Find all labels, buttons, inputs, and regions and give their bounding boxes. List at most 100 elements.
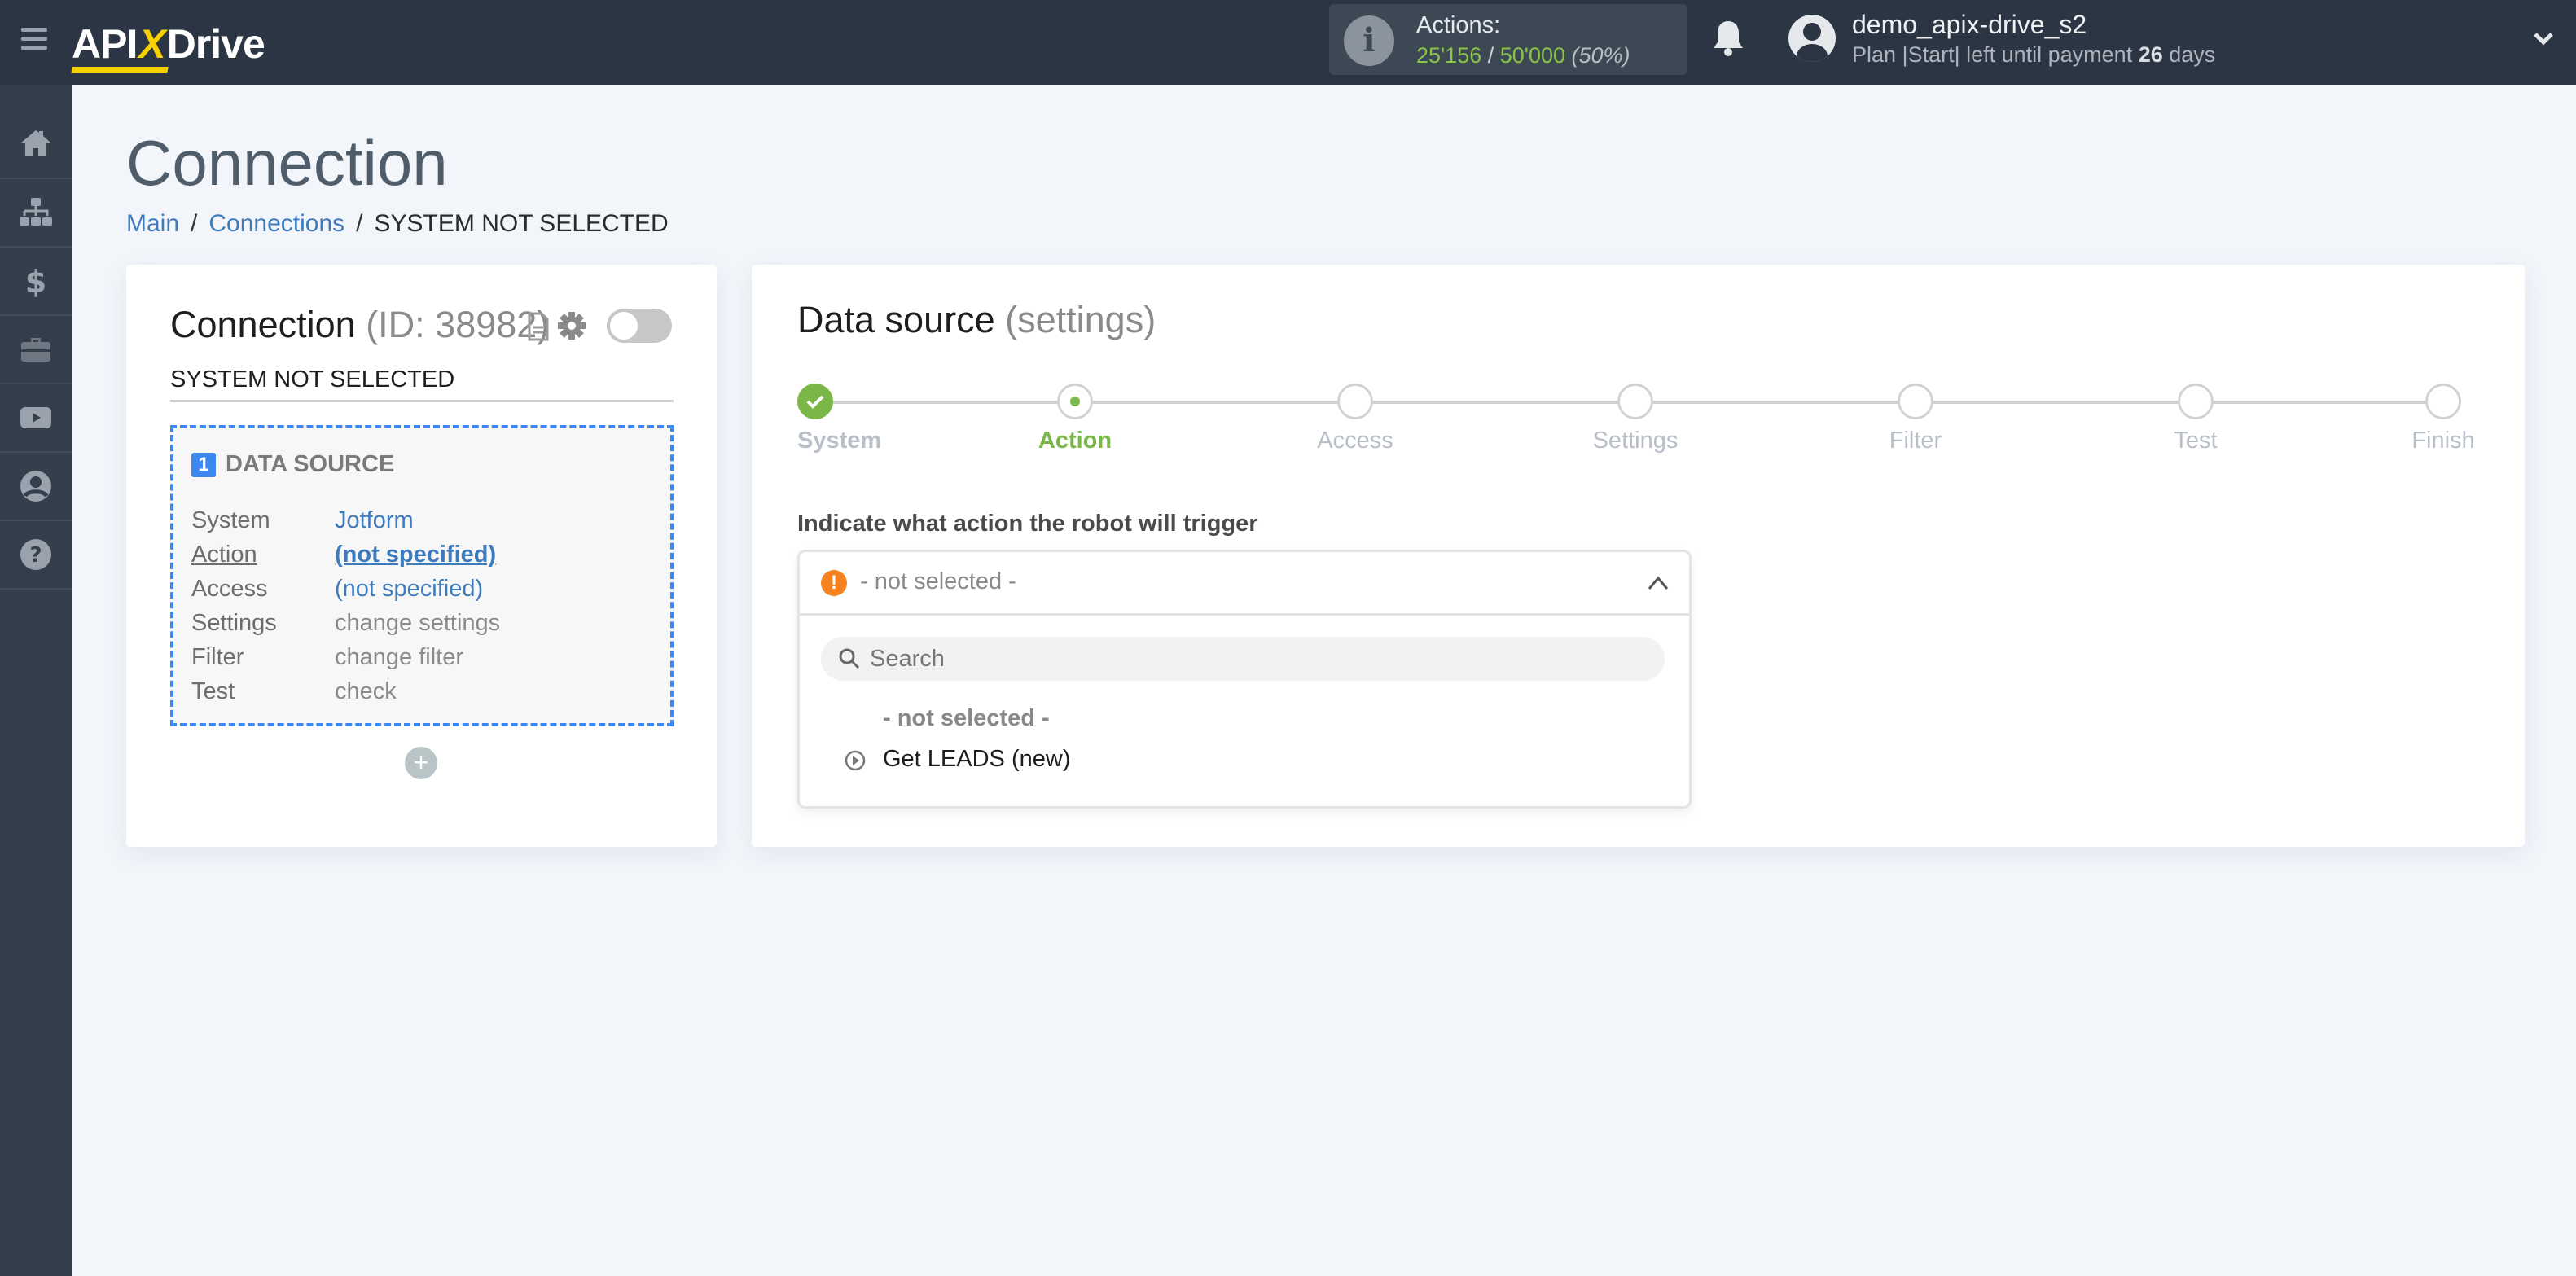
option-label: - not selected -	[883, 705, 1050, 731]
sidebar-item-home[interactable]	[0, 85, 72, 179]
actions-total: 50'000	[1499, 43, 1566, 68]
sidebar-item-help[interactable]: ?	[0, 521, 72, 590]
step-action[interactable]: Action	[994, 384, 1156, 454]
data-source-label: DATA SOURCE	[226, 451, 395, 477]
data-source-settings-card: Data source (settings) System Action Acc…	[752, 265, 2525, 847]
sidebar-item-tools[interactable]	[0, 316, 72, 384]
actions-used: 25'156	[1416, 43, 1482, 68]
warning-icon: !	[821, 570, 847, 596]
sidebar: $ ?	[0, 85, 72, 1276]
detail-row-access: Access (not specified)	[191, 572, 500, 606]
sitemap-icon	[20, 198, 52, 226]
breadcrumb-separator: /	[191, 210, 198, 237]
breadcrumb-separator: /	[356, 210, 363, 237]
step-label: Finish	[2411, 428, 2475, 454]
step-circle	[2425, 384, 2461, 419]
plan-suffix: days	[2162, 42, 2216, 67]
data-source-header: 1 DATA SOURCE	[191, 451, 394, 478]
detail-row-test: Test check	[191, 674, 500, 708]
detail-row-action: Action (not specified)	[191, 537, 500, 572]
option-label: Get LEADS (new)	[883, 746, 1071, 772]
step-label: Test	[2174, 428, 2218, 454]
step-label: Filter	[1889, 428, 1942, 454]
step-test[interactable]: Test	[2114, 384, 2277, 454]
step-filter[interactable]: Filter	[1834, 384, 1997, 454]
data-source-details: System Jotform Action (not specified) Acce…	[191, 503, 500, 708]
briefcase-icon	[21, 338, 50, 362]
detail-value-action[interactable]: (not specified)	[335, 542, 496, 568]
connection-title: Connection (ID: 38982)	[170, 304, 549, 346]
sidebar-item-connections[interactable]	[0, 179, 72, 248]
home-icon	[20, 130, 51, 156]
plan-text: Plan |Start| left until payment	[1852, 42, 2139, 67]
gear-icon[interactable]	[556, 310, 587, 341]
sidebar-item-account[interactable]	[0, 453, 72, 521]
page-title: Connection	[126, 127, 448, 199]
step-progress: System Action Access Settings Filter Tes…	[797, 384, 2475, 481]
step-circle	[1617, 384, 1653, 419]
connection-card: Connection (ID: 38982) SYSTEM NOT SELECT…	[126, 265, 717, 847]
actions-percent: (50%)	[1571, 43, 1630, 68]
option-not-selected[interactable]: - not selected -	[800, 700, 1689, 736]
add-block-button[interactable]: +	[405, 747, 437, 779]
breadcrumb-connections[interactable]: Connections	[208, 210, 344, 237]
step-circle	[1337, 384, 1373, 419]
data-source-block[interactable]: 1 DATA SOURCE System Jotform Action (not s…	[170, 425, 674, 726]
step-access[interactable]: Access	[1274, 384, 1437, 454]
detail-row-filter: Filter change filter	[191, 640, 500, 674]
step-active-circle	[1057, 384, 1093, 419]
action-search-input[interactable]	[870, 637, 1652, 681]
detail-row-settings: Settings change settings	[191, 606, 500, 640]
plan-info: Plan |Start| left until payment 26 days	[1852, 42, 2215, 68]
username[interactable]: demo_apix-drive_s2	[1852, 10, 2087, 40]
logo-text-x: X	[138, 21, 165, 67]
apixdrive-logo[interactable]: APIXDrive	[71, 11, 265, 73]
chevron-up-icon[interactable]	[1647, 573, 1670, 593]
search-icon	[839, 648, 860, 669]
connection-title-text: Connection	[170, 304, 356, 345]
action-select[interactable]: ! - not selected - - not selected - Get …	[797, 550, 1692, 809]
detail-value-settings[interactable]: change settings	[335, 610, 500, 637]
breadcrumb-main[interactable]: Main	[126, 210, 179, 237]
play-circle-icon	[845, 750, 866, 771]
connection-id: (ID: 38982)	[366, 304, 550, 345]
detail-key: Filter	[191, 643, 244, 670]
svg-text:$: $	[25, 264, 46, 299]
bell-icon[interactable]	[1710, 18, 1746, 59]
detail-key: System	[191, 506, 270, 533]
data-source-number-badge: 1	[191, 452, 216, 477]
detail-value-test[interactable]: check	[335, 678, 397, 705]
option-get-leads[interactable]: Get LEADS (new)	[800, 741, 1689, 777]
checkmark-icon	[806, 395, 824, 409]
actions-values: 25'156 / 50'000 (50%)	[1416, 43, 1630, 68]
connection-enable-toggle[interactable]	[607, 309, 672, 343]
svg-text:?: ?	[29, 543, 42, 568]
user-circle-icon	[20, 471, 51, 502]
settings-title: Data source (settings)	[797, 299, 1156, 341]
action-search-field[interactable]	[821, 637, 1665, 681]
step-circle	[2178, 384, 2214, 419]
step-system[interactable]: System	[734, 384, 897, 454]
detail-value-access[interactable]: (not specified)	[335, 576, 483, 603]
step-finish[interactable]: Finish	[2362, 384, 2525, 454]
chevron-down-icon[interactable]	[2531, 26, 2556, 50]
step-label: System	[797, 428, 882, 454]
menu-toggle-icon[interactable]	[21, 28, 47, 50]
dollar-icon: $	[25, 264, 46, 299]
detail-value-filter[interactable]: change filter	[335, 644, 463, 671]
step-label: Action	[1038, 428, 1112, 454]
step-label: Access	[1317, 428, 1393, 454]
connection-name[interactable]: SYSTEM NOT SELECTED	[170, 366, 674, 402]
action-select-toggle[interactable]: ! - not selected -	[800, 552, 1689, 616]
actions-usage-widget[interactable]: i Actions: 25'156 / 50'000 (50%)	[1329, 4, 1687, 75]
sidebar-item-videos[interactable]	[0, 384, 72, 453]
detail-value-system[interactable]: Jotform	[335, 507, 414, 534]
document-icon[interactable]	[527, 312, 550, 341]
avatar[interactable]	[1788, 15, 1836, 62]
sidebar-item-billing[interactable]: $	[0, 248, 72, 316]
step-settings[interactable]: Settings	[1554, 384, 1717, 454]
settings-subtitle: (settings)	[1005, 299, 1156, 340]
settings-title-text: Data source	[797, 299, 995, 340]
youtube-icon	[20, 407, 51, 428]
action-select-value: - not selected -	[860, 568, 1016, 594]
